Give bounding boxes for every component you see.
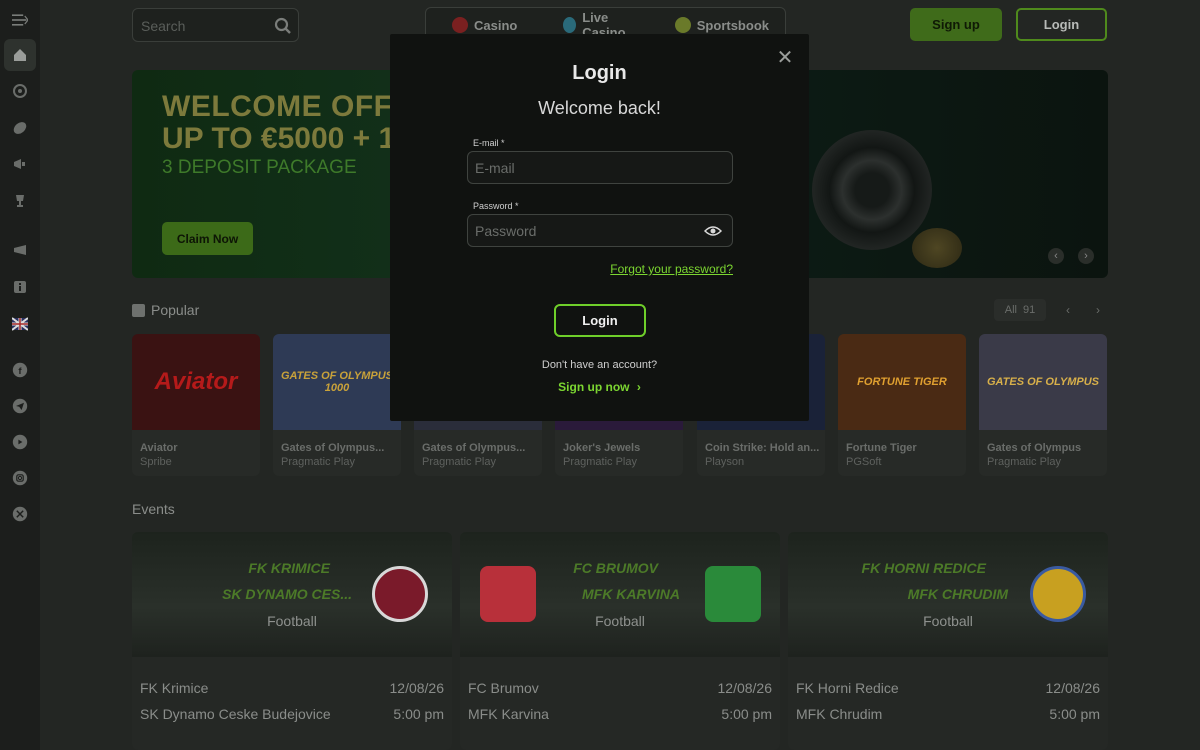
email-field[interactable] [467,151,733,184]
password-input[interactable] [475,221,695,241]
email-input[interactable] [475,158,695,178]
no-account-text: Don't have an account? [541,359,658,371]
page: f Casino Live Casino Sportsbook [0,0,1200,750]
signup-now-link[interactable]: Sign up now › [390,380,809,394]
chevron-right-icon: › [636,380,641,394]
password-field[interactable] [467,214,733,247]
modal-subtitle: Welcome back! [538,98,661,118]
email-label: E-mail * [473,138,505,148]
forgot-password-link[interactable]: Forgot your password? [610,262,733,276]
show-password-icon[interactable] [704,224,722,238]
password-label: Password * [473,201,519,211]
login-modal: ✕ Login Welcome back! E-mail * Password … [390,34,809,421]
modal-title: Login [572,62,627,84]
login-submit-button[interactable]: Login [554,304,646,337]
signup-now-label: Sign up now [558,380,630,394]
